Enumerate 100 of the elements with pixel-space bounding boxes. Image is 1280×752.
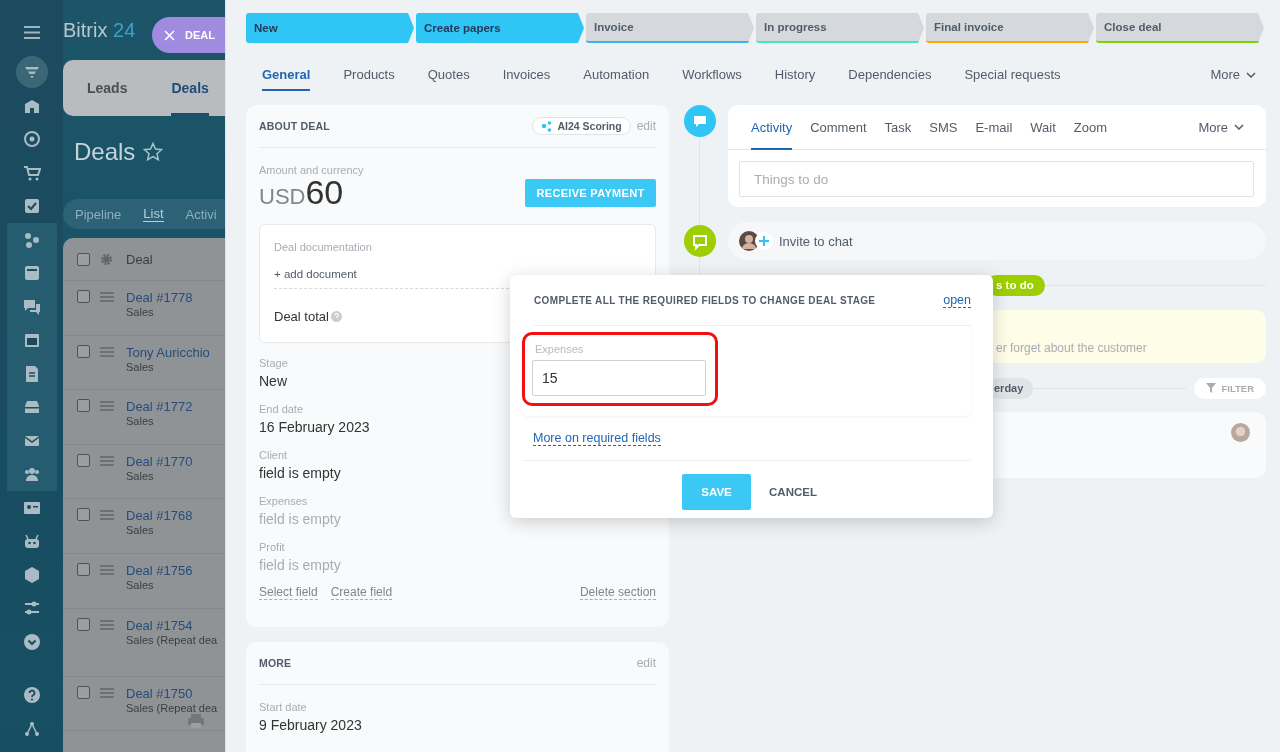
section-tab[interactable]: Dependencies (848, 67, 932, 91)
dashed-link[interactable]: Select field (259, 585, 318, 600)
open-link[interactable]: open (943, 292, 971, 308)
stage-step[interactable]: Close deal (1096, 13, 1264, 43)
section-tab[interactable]: Quotes (427, 67, 470, 91)
chat-icon[interactable] (22, 297, 41, 316)
section-tab[interactable]: Automation (583, 67, 650, 91)
pipeline-text: Sales (126, 524, 155, 538)
drag-handle-icon[interactable] (100, 619, 114, 630)
invite-text: Invite to chat (779, 233, 853, 249)
avatar-icon (1231, 423, 1250, 442)
star-icon[interactable] (143, 142, 164, 162)
stage-step[interactable]: New (246, 13, 414, 43)
deal-total-label: Deal total (274, 309, 329, 324)
view-tab[interactable]: Activi (185, 206, 217, 222)
crm-tab[interactable]: Leads (87, 60, 128, 116)
delete-section-link[interactable]: Delete section (579, 585, 656, 600)
column-header: Deal (126, 251, 153, 267)
people-icon[interactable] (22, 465, 41, 484)
stage-step[interactable]: Final invoice (926, 13, 1094, 43)
activity-tab[interactable]: E-mail (975, 104, 1013, 150)
activity-tab[interactable]: SMS (929, 104, 958, 150)
drag-handle-icon[interactable] (100, 510, 114, 521)
section-tab[interactable]: Invoices (502, 67, 551, 91)
more-tab[interactable]: More (1198, 104, 1244, 150)
pipeline-text: Sales (126, 306, 155, 319)
nodes-icon[interactable] (22, 230, 41, 249)
activity-tab[interactable]: Wait (1030, 104, 1056, 150)
activity-tab[interactable]: Task (884, 104, 912, 150)
section-tab[interactable]: General (262, 67, 311, 91)
activity-tab[interactable]: Activity (751, 104, 793, 150)
pipeline-text: Sales (126, 360, 155, 374)
plus-icon (755, 232, 773, 250)
required-fields-link[interactable]: More on required fields (533, 430, 661, 446)
field-label: Amount and currency (259, 164, 364, 176)
expenses-field[interactable]: Expenses 15 (522, 332, 718, 406)
chevron-down-icon[interactable] (22, 632, 41, 651)
gear-icon[interactable] (100, 252, 113, 266)
pipeline-text: Sales (Repeat dea (126, 701, 218, 715)
dashed-link[interactable]: Create field (330, 585, 393, 600)
drag-handle-icon[interactable] (100, 564, 114, 575)
field-value: 9 February 2023 (259, 717, 362, 733)
reminder-text: er forget about the customer (996, 341, 1147, 355)
comment-icon (684, 105, 716, 137)
field-label: End date (259, 403, 304, 415)
chat-icon (684, 225, 716, 257)
field-value: 16 February 2023 (259, 419, 370, 435)
drag-handle-icon[interactable] (100, 292, 114, 302)
field-label: Deal documentation (274, 241, 372, 253)
drag-handle-icon[interactable] (100, 455, 114, 466)
view-tab[interactable]: List (143, 206, 164, 222)
checkbox[interactable] (77, 453, 90, 467)
checkbox[interactable] (77, 344, 90, 358)
pipeline-text: Sales (Repeat dea (126, 633, 218, 647)
field-label: Client (259, 449, 288, 461)
field-label: Profit (259, 541, 285, 553)
section-tab[interactable]: Special requests (964, 67, 1061, 91)
checkbox[interactable] (77, 252, 90, 266)
field-label: Expenses (535, 343, 585, 355)
stage-step[interactable]: Invoice (586, 13, 754, 43)
field-label: Expenses (259, 495, 308, 507)
activity-tab[interactable]: Zoom (1073, 104, 1108, 150)
dialog-title: COMPLETE ALL THE REQUIRED FIELDS TO CHANGE DEAL STAGE (534, 294, 876, 306)
checkbox[interactable] (77, 562, 90, 576)
section-tab[interactable]: Products (343, 67, 395, 91)
checkbox[interactable] (77, 685, 90, 699)
checkbox[interactable] (77, 290, 90, 303)
pipeline-text: Sales (126, 469, 155, 483)
section-tab[interactable]: Workflows (682, 67, 742, 91)
invite-bar[interactable]: Invite to chat (728, 222, 1266, 260)
stage-step[interactable]: Create papers (416, 13, 584, 43)
target-icon[interactable] (22, 130, 41, 149)
todo-input[interactable]: Things to do (739, 161, 1254, 197)
section-tab[interactable]: History (774, 67, 816, 91)
brand-number: 24 (113, 19, 136, 41)
robot-icon[interactable] (22, 532, 41, 551)
cart-icon[interactable] (22, 163, 41, 182)
drag-handle-icon[interactable] (100, 401, 114, 412)
more-tab[interactable]: More (1210, 67, 1256, 91)
menu-icon[interactable] (23, 26, 40, 39)
nodes-icon (541, 120, 553, 132)
cancel-button[interactable]: CANCEL (763, 474, 823, 510)
help-icon[interactable] (22, 686, 41, 705)
checkbox[interactable] (77, 617, 90, 631)
network-icon[interactable] (22, 719, 41, 738)
crm-tab[interactable]: Deals (171, 60, 209, 116)
window-icon[interactable] (22, 264, 41, 283)
activity-tab[interactable]: Comment (810, 104, 867, 150)
section-title: MORE (259, 657, 292, 669)
drag-handle-icon[interactable] (100, 346, 114, 357)
drag-handle-icon[interactable] (100, 687, 114, 698)
expenses-input[interactable]: 15 (532, 360, 706, 396)
checkbox-icon[interactable] (22, 197, 41, 216)
pipeline-text: Sales (126, 578, 155, 592)
checkbox[interactable] (77, 399, 90, 413)
field-value: New (259, 373, 287, 389)
checkbox[interactable] (77, 508, 90, 522)
page-title: Deals (74, 138, 136, 166)
scoring-button[interactable]: AI24 Scoring (532, 117, 631, 135)
stage-step[interactable]: In progress (756, 13, 924, 43)
